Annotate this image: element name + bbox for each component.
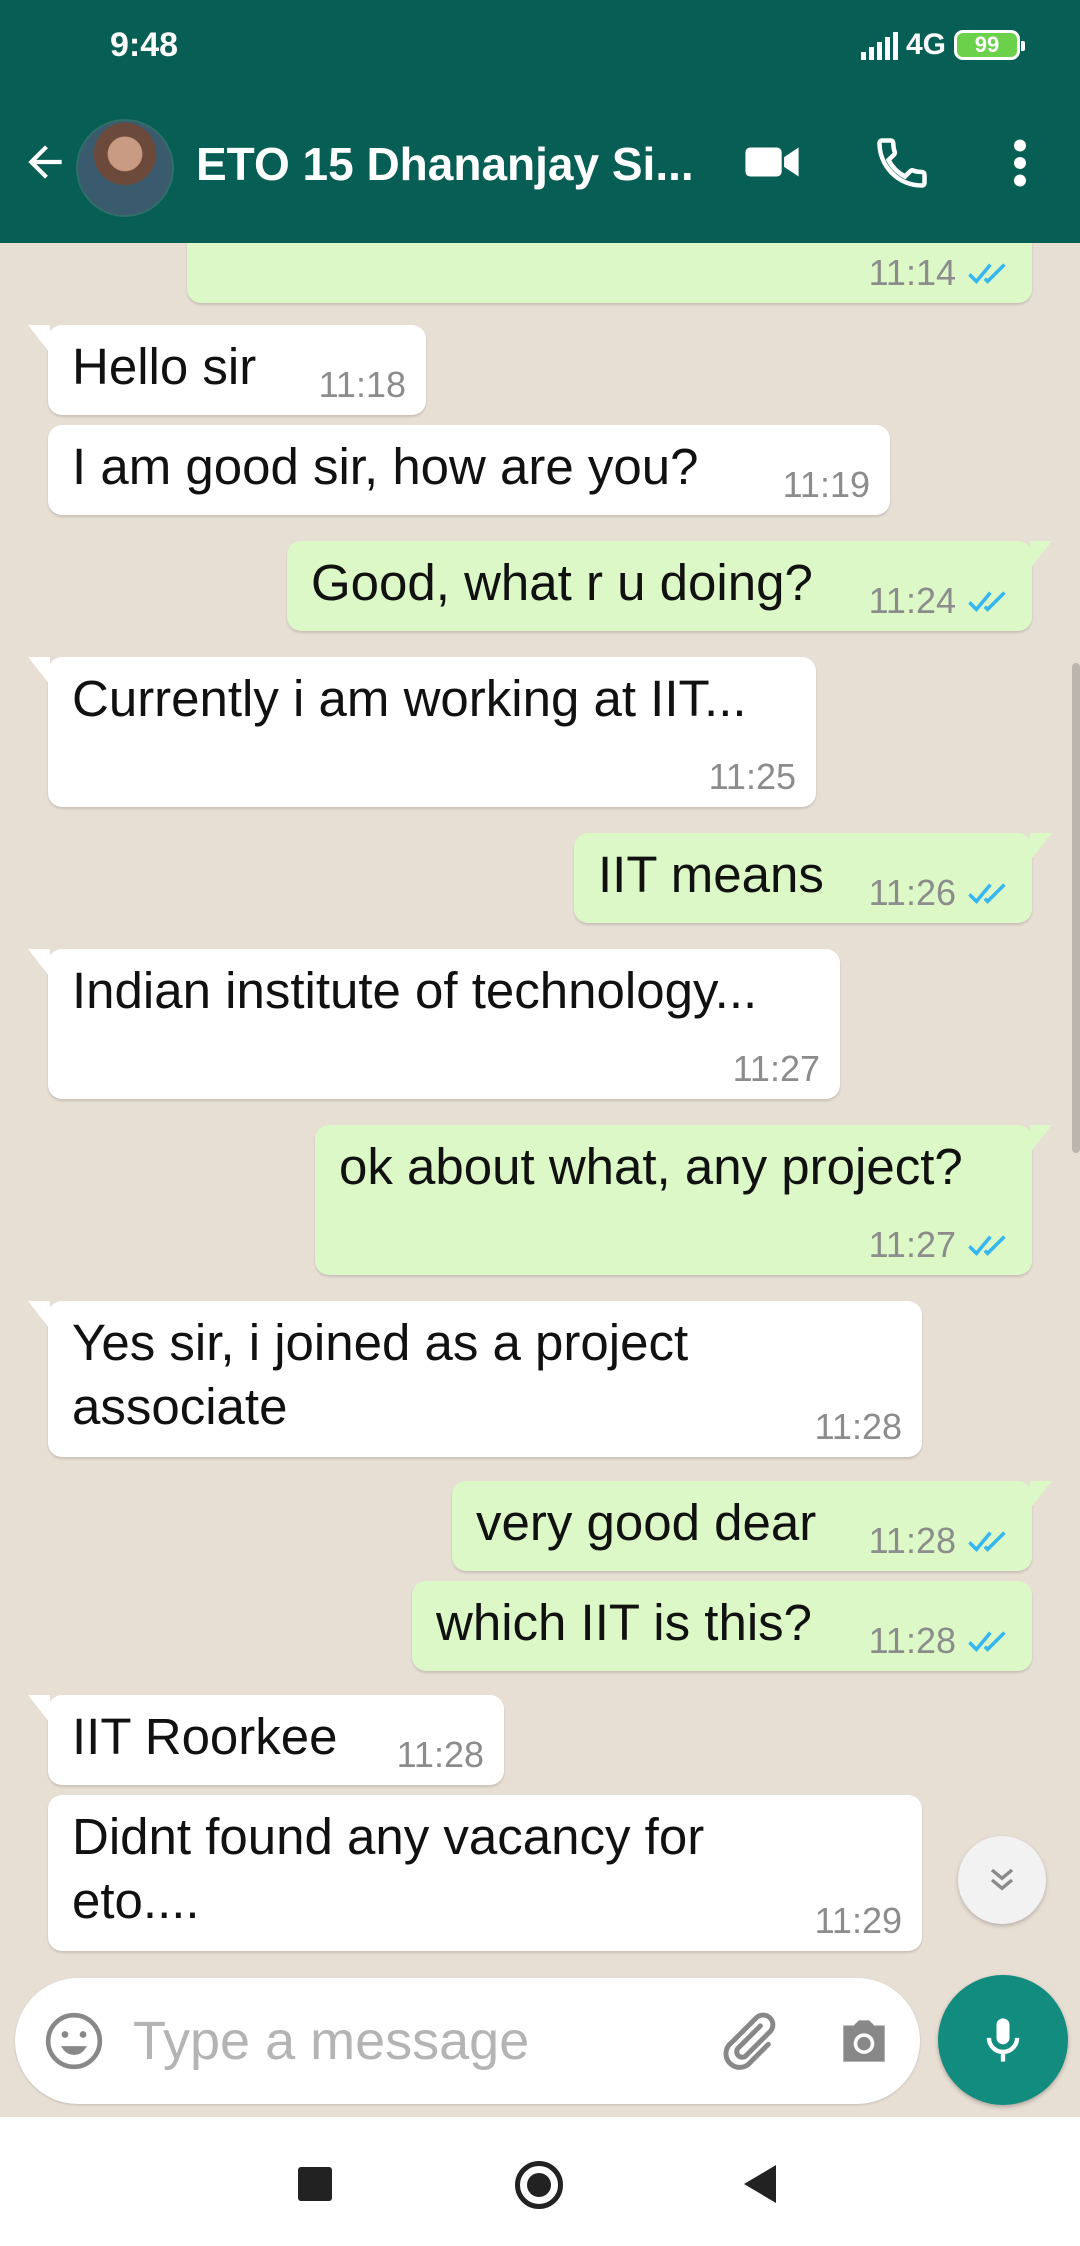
message-text: I am good sir, how are you? [72,438,699,495]
message-time: 11:26 [868,872,956,913]
message-input[interactable]: Type a message [133,2010,529,2072]
incoming-message[interactable]: Didnt found any vacancy for eto.... 11:2… [48,1795,922,1951]
outgoing-message[interactable]: IIT means 11:26 [574,833,1052,923]
network-type: 4G [905,28,946,61]
message-text: ok about what, any project? [339,1138,963,1195]
incoming-message[interactable]: Hello sir 11:18 [28,325,426,415]
message-meta: 11:19 [783,465,870,505]
outgoing-message[interactable]: which IIT is this? 11:28 [412,1581,1032,1671]
message-text-line: Didnt found any vacancy for [72,1808,705,1865]
message-composer[interactable]: Type a message [15,1978,920,2104]
message-time: 11:29 [814,1900,902,1941]
read-ticks-icon [968,883,1006,904]
message-text: Currently i am working at IIT... [72,670,747,727]
message-time: 11:27 [868,1224,956,1265]
message-text-line: associate [72,1378,288,1435]
more-options-icon[interactable] [1000,133,1040,193]
message-meta: 11:26 [869,873,1012,913]
incoming-message[interactable]: Yes sir, i joined as a project associate… [28,1301,922,1457]
recent-apps-button[interactable] [298,2167,332,2201]
incoming-message[interactable]: Indian institute of technology... 11:27 [28,949,840,1099]
message-time: 11:27 [732,1048,820,1089]
message-time: 11:24 [868,580,956,621]
voice-message-button[interactable] [938,1975,1068,2105]
contact-name[interactable]: ETO 15 Dhananjay Si... [196,137,694,191]
message-meta: 11:14 [869,253,1012,293]
emoji-icon[interactable] [43,2010,105,2072]
system-navigation-bar [0,2117,1080,2246]
read-ticks-icon [968,1235,1006,1256]
microphone-icon [986,2018,1020,2062]
message-meta: 11:29 [815,1901,902,1941]
message-text: Indian institute of technology... [72,962,758,1019]
message-time: 11:14 [868,252,956,293]
outgoing-message[interactable]: very good dear 11:28 [452,1481,1052,1571]
message-text: IIT means [598,846,824,903]
message-text: Good, what r u doing? [311,554,813,611]
read-ticks-icon [968,1531,1006,1552]
read-ticks-icon [968,263,1006,284]
message-text: very good dear [476,1494,817,1551]
message-time: 11:18 [318,364,406,405]
message-text: Hello sir [72,338,257,395]
message-meta: 11:28 [397,1735,484,1775]
message-time: 11:28 [814,1406,902,1447]
message-text-line: Yes sir, i joined as a project [72,1314,689,1371]
double-chevron-down-icon [990,1868,1014,1891]
message-meta: 11:25 [709,757,796,797]
message-time: 11:28 [868,1620,956,1661]
video-call-icon[interactable] [740,133,804,191]
message-time: 11:19 [782,464,870,505]
message-meta: 11:28 [869,1621,1012,1661]
home-button[interactable] [515,2161,563,2209]
battery-level: 99 [974,32,1000,57]
back-arrow-icon[interactable] [20,137,70,187]
scrollbar[interactable] [1072,663,1080,1153]
outgoing-message[interactable]: Good, what r u doing? 11:24 [287,541,1052,631]
battery-icon: 99 [954,30,1025,60]
avatar[interactable] [76,119,174,217]
camera-icon[interactable] [833,2010,895,2072]
scroll-to-bottom-button[interactable] [958,1836,1046,1924]
signal-icon [860,30,898,60]
status-time: 9:48 [110,26,179,64]
message-time: 11:25 [708,756,796,797]
status-indicators: 4G 99 [860,28,1025,62]
message-meta: 11:27 [733,1049,820,1089]
outgoing-message[interactable]: ok about what, any project? 11:27 [315,1125,1052,1275]
incoming-message[interactable]: Currently i am working at IIT... 11:25 [28,657,816,807]
status-bar: 9:48 4G 99 [0,0,1080,89]
message-meta: 11:27 [869,1225,1012,1265]
message-text: Didnt found any vacancy for eto.... [72,1805,704,1933]
message-meta: 11:28 [869,1521,1012,1561]
message-list[interactable]: 11:14 Hello sir 11:18 I am good sir, how… [0,243,1080,1995]
message-text: Yes sir, i joined as a project associate [72,1311,688,1439]
phone-call-icon[interactable] [872,133,932,193]
incoming-message[interactable]: IIT Roorkee 11:28 [28,1695,504,1785]
message-meta: 11:24 [869,581,1012,621]
incoming-message[interactable]: I am good sir, how are you? 11:19 [48,425,890,515]
read-ticks-icon [968,591,1006,612]
attachment-icon[interactable] [715,2006,781,2076]
chat-header: ETO 15 Dhananjay Si... [0,89,1080,243]
read-ticks-icon [968,1631,1006,1652]
message-meta: 11:28 [815,1407,902,1447]
message-time: 11:28 [396,1734,484,1775]
message-text-line: eto.... [72,1872,200,1929]
message-meta: 11:18 [319,365,406,405]
message-time: 11:28 [868,1520,956,1561]
message-text: IIT Roorkee [72,1708,338,1765]
message-text: which IIT is this? [436,1594,813,1651]
outgoing-message[interactable]: 11:14 [187,243,1032,303]
system-back-button[interactable] [744,2165,776,2203]
